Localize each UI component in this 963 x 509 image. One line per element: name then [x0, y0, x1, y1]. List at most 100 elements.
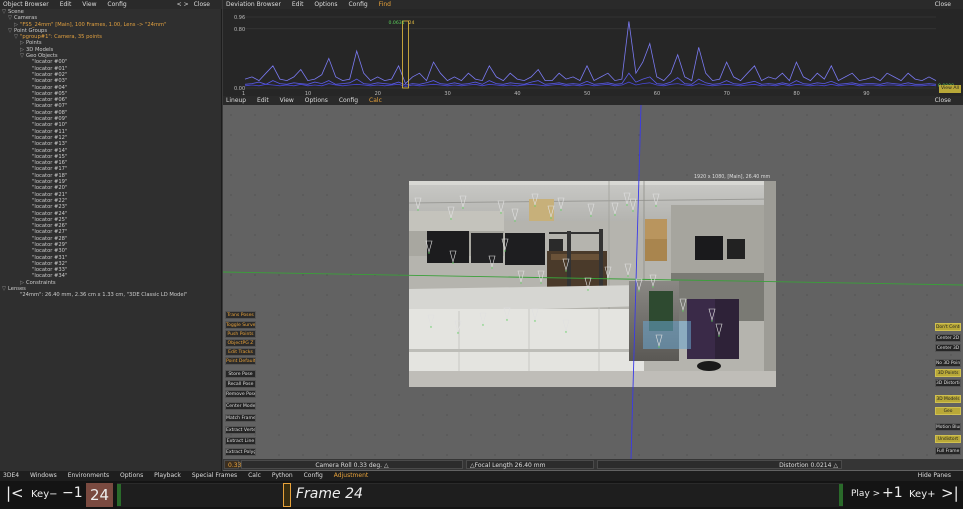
object-browser-menu-view[interactable]: View — [82, 1, 96, 8]
display-button-don-t-center[interactable]: Don't Center — [935, 323, 961, 331]
deviation-close[interactable]: Close — [935, 0, 951, 9]
tree-item-label: "locator #27" — [32, 229, 68, 236]
lineup-menu-lineup[interactable]: Lineup — [226, 97, 246, 104]
timeline-track[interactable] — [117, 483, 843, 507]
tree-item-label: "locator #01" — [32, 65, 68, 72]
menu-playback[interactable]: Playback — [154, 472, 181, 479]
menu-environments[interactable]: Environments — [68, 472, 109, 479]
display-button-3d-distortion[interactable]: 3D Distortion — [935, 379, 961, 387]
view-all-button[interactable]: View All — [939, 85, 961, 93]
display-button-3d-points[interactable]: 3D Points — [935, 369, 961, 377]
step-back-button[interactable]: −1 — [62, 485, 83, 501]
lineup-viewport-panel: Lineup Edit View Options Config Calc Clo… — [223, 96, 963, 471]
key-next-button[interactable]: Key+ — [909, 489, 936, 500]
tree-item-label: "locator #05" — [32, 90, 68, 97]
timeline-bar: |< Key− −1 24 Frame 24 Play > +1 Key+ >| — [0, 481, 963, 509]
display-button-3d-models[interactable]: 3D Models — [935, 395, 961, 403]
locator-cross-icon: × — [500, 211, 503, 215]
locator-cross-icon: × — [711, 319, 714, 323]
timeline-playhead[interactable] — [283, 483, 291, 507]
first-frame-button[interactable]: |< — [6, 484, 24, 502]
object-browser-close[interactable]: Close — [194, 1, 210, 8]
tool-button-store-pose[interactable]: Store Pose — [225, 370, 256, 378]
display-button-undistort[interactable]: Undistort — [935, 435, 961, 443]
display-button-motion-blur[interactable]: Motion Blur — [935, 423, 961, 431]
deviation-menu-edit[interactable]: Edit — [292, 1, 304, 8]
menu-3de4[interactable]: 3DE4 — [3, 472, 19, 479]
locator-cross-icon: × — [534, 204, 537, 208]
locator-cross-icon: × — [607, 277, 610, 281]
tree-item-label: "locator #33" — [32, 267, 68, 274]
display-button-center-3d[interactable]: Center 3D — [935, 344, 961, 352]
tool-button-point-defaults[interactable]: Point Defaults — [225, 357, 256, 365]
menu-config[interactable]: Config — [304, 472, 323, 479]
locator-cross-icon: × — [560, 208, 563, 212]
tool-button-center-models[interactable]: Center Models — [225, 402, 256, 410]
object-browser-menu-edit[interactable]: Edit — [60, 1, 72, 8]
tree-item-label: "locator #34" — [32, 273, 68, 280]
tree-item-label: "locator #28" — [32, 235, 68, 242]
tool-button-push-points[interactable]: Push Points — [225, 330, 256, 338]
tool-button-extract-line[interactable]: Extract Line — [225, 437, 256, 445]
tool-button-extract-polygon[interactable]: Extract Polygon — [225, 448, 256, 456]
focal-length-field[interactable]: △Focal Length 26.40 mm — [466, 460, 594, 469]
display-button-full-frame[interactable]: Full Frame — [935, 447, 961, 455]
step-forward-button[interactable]: +1 — [882, 485, 903, 501]
lineup-menu-edit[interactable]: Edit — [257, 97, 269, 104]
tool-button-match-frame[interactable]: Match Frame — [225, 414, 256, 422]
key-prev-button[interactable]: Key− — [31, 489, 58, 500]
menu-windows[interactable]: Windows — [30, 472, 57, 479]
deviation-menu-config[interactable]: Config — [348, 1, 367, 8]
menu-python[interactable]: Python — [272, 472, 293, 479]
menu-options[interactable]: Options — [120, 472, 143, 479]
lineup-close[interactable]: Close — [935, 96, 951, 105]
tool-button-trans-poses[interactable]: Trans Poses — [225, 311, 256, 319]
camera-roll-field[interactable]: Camera Roll 0.33 deg. △ — [241, 460, 463, 469]
tree-item-label: "locator #10" — [32, 122, 68, 129]
hide-panes-button[interactable]: Hide Panes — [918, 471, 951, 481]
locator-cross-icon: × — [417, 208, 420, 212]
menu-special-frames[interactable]: Special Frames — [192, 472, 237, 479]
object-browser-nav[interactable]: < > — [177, 1, 189, 8]
deviation-menu-options[interactable]: Options — [314, 1, 337, 8]
last-frame-button[interactable]: >| — [941, 484, 959, 502]
lineup-menu-config[interactable]: Config — [339, 97, 358, 104]
lineup-menu-view[interactable]: View — [280, 97, 294, 104]
tool-button-toggle-survey[interactable]: Toggle Survey — [225, 321, 256, 329]
locator-cross-icon: × — [428, 251, 431, 255]
locator-cross-icon: × — [627, 274, 630, 278]
display-button-center-2d[interactable]: Center 2D — [935, 334, 961, 342]
lineup-menu-calc[interactable]: Calc — [369, 97, 382, 104]
object-browser-menu-config[interactable]: Config — [107, 1, 126, 8]
menu-adjustment[interactable]: Adjustment — [334, 472, 368, 479]
lineup-menu-options[interactable]: Options — [305, 97, 328, 104]
tree-item-label: "locator #25" — [32, 216, 68, 223]
deviation-menu-find[interactable]: Find — [379, 1, 391, 8]
marker-frame-label: 24 — [409, 20, 415, 26]
roll-value[interactable]: 0.33 — [224, 460, 241, 469]
display-button-no-3d-points[interactable]: No 3D Points — [935, 359, 961, 367]
tree-item-label: "locator #16" — [32, 160, 68, 167]
tool-button-recall-pose[interactable]: Recall Pose — [225, 380, 256, 388]
display-button-geo[interactable]: Geo — [935, 407, 961, 415]
tree-item-label: "locator #14" — [32, 147, 68, 154]
tree-item[interactable]: "24mm": 26.40 mm, 2.36 cm x 1.33 cm, "3D… — [0, 292, 222, 298]
locator-cross-icon: × — [482, 323, 485, 327]
menu-calc[interactable]: Calc — [248, 472, 261, 479]
tool-button-edit-tracks[interactable]: Edit Tracks — [225, 348, 256, 356]
object-browser-panel: Object Browser Edit View Config < > Close… — [0, 0, 222, 471]
locator-cross-icon: × — [587, 288, 590, 292]
tool-button-extract-vertex[interactable]: Extract Vertex — [225, 426, 256, 434]
tree-item-label: "locator #22" — [32, 197, 68, 204]
distortion-field[interactable]: Distortion 0.0214 △ — [597, 460, 842, 469]
horizon-axis-line — [223, 271, 963, 286]
locator-cross-icon: × — [504, 249, 507, 253]
tool-button-remove-pose[interactable]: Remove Pose — [225, 390, 256, 398]
current-frame-field[interactable]: 24 — [86, 483, 113, 507]
deviation-chart[interactable]: 0.960.800.00 1 10 20 30 40 50 60 70 80 90 0.0631 2… — [223, 9, 963, 96]
play-button[interactable]: Play > — [851, 489, 880, 499]
distortion-label: Distortion 0.0214 — [779, 462, 832, 469]
locator-cross-icon: × — [520, 281, 523, 285]
tool-button-objectpg-z[interactable]: ObjectPG Z — [225, 339, 256, 347]
scene-tree[interactable]: ▽ Scene ▽ Cameras ▷ "FS5_24mm" [Main], 100 Fr… — [0, 9, 222, 339]
